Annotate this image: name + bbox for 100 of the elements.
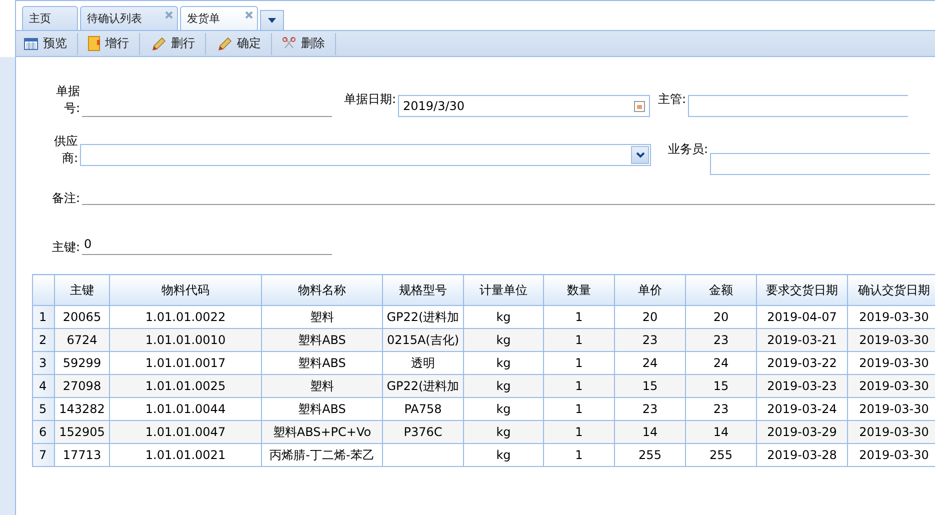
table-cell: GP22(进料加 [382, 374, 464, 398]
calendar-icon [634, 100, 645, 112]
table-cell: 1 [544, 444, 614, 466]
tab[interactable]: 主页 [22, 6, 78, 30]
table-cell: 255 [686, 444, 756, 466]
table-cell: 20065 [54, 306, 110, 328]
row-number: 7 [32, 444, 54, 466]
table-cell: 2019-03-30 [848, 374, 935, 398]
dropdown-field[interactable] [80, 144, 651, 166]
row-number: 4 [32, 374, 54, 398]
field-label: 备注: [50, 190, 81, 207]
table-cell: P376C [382, 420, 464, 444]
row-number: 6 [32, 420, 54, 444]
table-cell: kg [464, 328, 544, 352]
table-cell: 23 [614, 398, 686, 420]
table-cell: 15 [686, 374, 756, 398]
table-icon [24, 38, 38, 50]
table-cell: 塑料ABS [262, 328, 382, 352]
table-cell: 2019-03-30 [848, 444, 935, 466]
field-label: 主管: [656, 91, 687, 108]
table-cell: 17713 [54, 444, 110, 466]
column-header[interactable]: 计量单位 [464, 274, 544, 306]
caret-icon [268, 18, 276, 23]
chevron-down-icon [636, 152, 644, 158]
table-cell: 23 [614, 328, 686, 352]
column-header[interactable]: 规格型号 [382, 274, 464, 306]
table-cell: 2019-04-07 [756, 306, 848, 328]
table-cell: 23 [686, 328, 756, 352]
tab[interactable]: 待确认列表 [80, 6, 178, 30]
scissors-icon [282, 36, 296, 50]
table-cell: 1.01.01.0047 [110, 420, 262, 444]
table-cell: 塑料 [262, 374, 382, 398]
date-field[interactable]: 2019/3/30 [398, 95, 650, 117]
table-cell: 15 [614, 374, 686, 398]
row-number: 1 [32, 306, 54, 328]
column-header[interactable]: 确认交货日期 [848, 274, 935, 306]
table-cell: 23 [686, 398, 756, 420]
pencil-icon [150, 36, 166, 52]
note-icon [88, 36, 100, 51]
field-label: 供应商: [53, 133, 79, 167]
toolbar-button[interactable]: 增行 [84, 32, 140, 54]
table-cell: 27098 [54, 374, 110, 398]
table-cell: 1.01.01.0021 [110, 444, 262, 466]
toolbar-button[interactable]: 删行 [146, 32, 206, 54]
table-cell: kg [464, 352, 544, 374]
table-cell: 1 [544, 398, 614, 420]
table-cell: 2019-03-24 [756, 398, 848, 420]
table-cell: 塑料ABS [262, 352, 382, 374]
table-cell: kg [464, 420, 544, 444]
table-cell: 1.01.01.0010 [110, 328, 262, 352]
field-label: 单据号: [55, 83, 81, 117]
close-icon[interactable] [165, 11, 173, 19]
table-cell: 1 [544, 420, 614, 444]
table-cell: kg [464, 374, 544, 398]
row-number: 2 [32, 328, 54, 352]
toolbar-button[interactable]: 预览 [20, 32, 78, 54]
close-icon[interactable] [245, 11, 253, 19]
table-cell: 2019-03-21 [756, 328, 848, 352]
table-cell: 24 [686, 352, 756, 374]
table-cell: 20 [614, 306, 686, 328]
table-cell: 152905 [54, 420, 110, 444]
table-cell: 1 [544, 328, 614, 352]
tab-menu-button[interactable] [260, 10, 284, 30]
table-cell: 255 [614, 444, 686, 466]
table-cell: 1.01.01.0025 [110, 374, 262, 398]
column-header[interactable]: 数量 [544, 274, 614, 306]
toolbar-button[interactable]: 确定 [212, 32, 272, 54]
column-header[interactable]: 主键 [54, 274, 110, 306]
column-header[interactable]: 物料代码 [110, 274, 262, 306]
row-number: 3 [32, 352, 54, 374]
table-cell: GP22(进料加 [382, 306, 464, 328]
table-cell: kg [464, 398, 544, 420]
column-header[interactable]: 金额 [686, 274, 756, 306]
table-cell: 59299 [54, 352, 110, 374]
table-cell: 0215A(吉化) [382, 328, 464, 352]
table-cell: kg [464, 444, 544, 466]
column-header[interactable]: 要求交货日期 [756, 274, 848, 306]
column-header[interactable]: 物料名称 [262, 274, 382, 306]
field-label: 单据日期: [342, 91, 397, 108]
table-cell: 20 [686, 306, 756, 328]
table-cell: 2019-03-30 [848, 398, 935, 420]
table-cell: 塑料 [262, 306, 382, 328]
table-cell: 塑料ABS+PC+Vo [262, 420, 382, 444]
tab[interactable]: 发货单 [180, 6, 258, 30]
table-cell: 2019-03-30 [848, 328, 935, 352]
table-cell: 2019-03-30 [848, 420, 935, 444]
pencil-icon [216, 36, 232, 52]
input-field[interactable]: 0 [82, 233, 332, 255]
row-number: 5 [32, 398, 54, 420]
input-field[interactable] [688, 95, 908, 117]
column-header[interactable]: 单价 [614, 274, 686, 306]
table-cell: 2019-03-30 [848, 352, 935, 374]
input-field[interactable] [710, 153, 930, 175]
table-cell: 2019-03-28 [756, 444, 848, 466]
table-cell: 14 [614, 420, 686, 444]
table-cell: 2019-03-22 [756, 352, 848, 374]
table-cell: kg [464, 306, 544, 328]
table-cell: 1 [544, 306, 614, 328]
table-cell: 丙烯腈-丁二烯-苯乙 [262, 444, 382, 466]
toolbar-button[interactable]: 删除 [278, 32, 336, 54]
